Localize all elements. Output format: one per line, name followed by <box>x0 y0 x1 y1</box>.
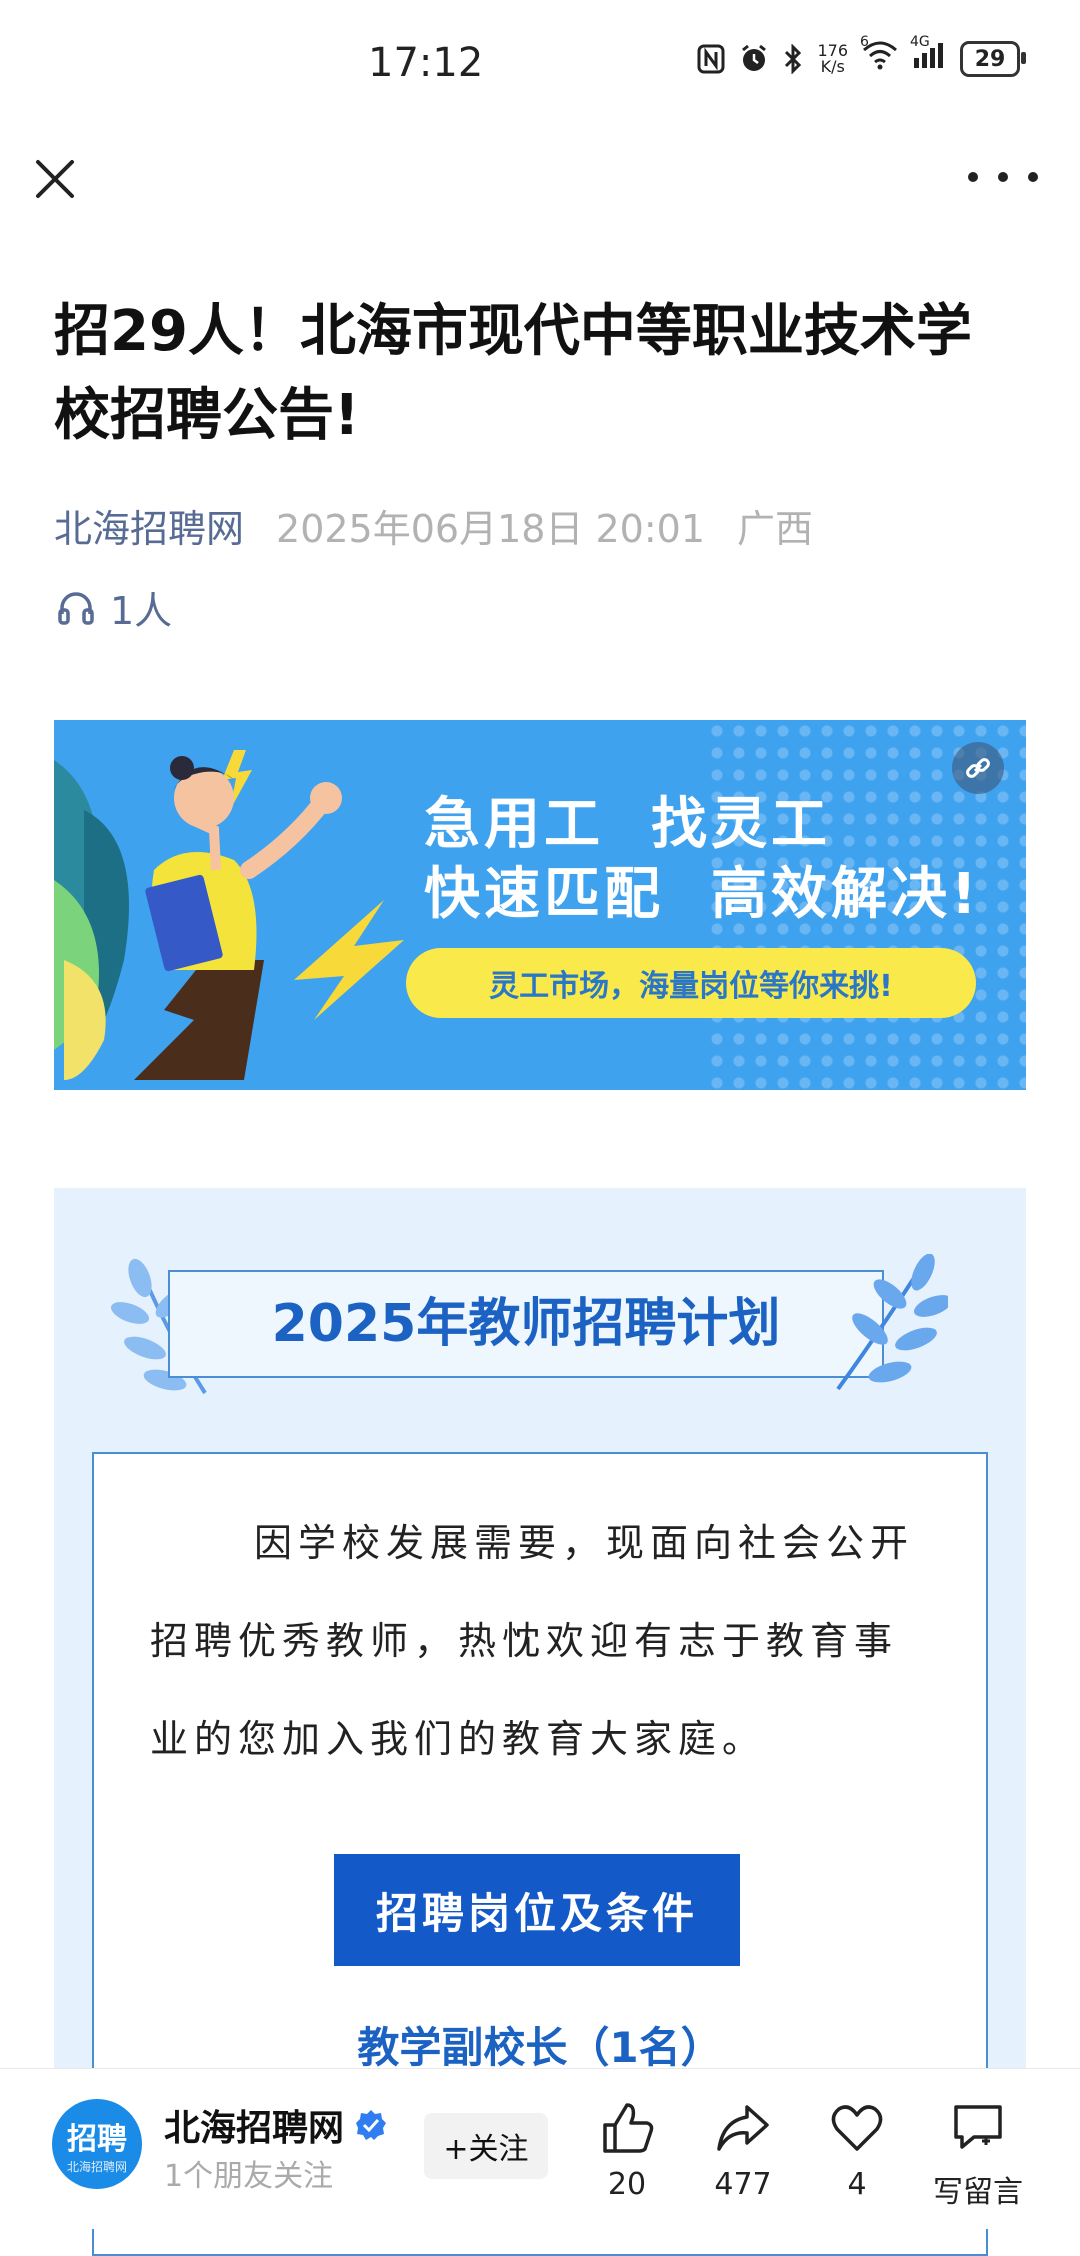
publish-datetime: 2025年06月18日 20:01 <box>276 507 706 551</box>
status-icons: 176 K/s 6 4G 29 <box>697 34 1026 78</box>
bottom-bar: 招聘 北海招聘网 北海招聘网 1个朋友关注 +关注 20 477 4 写留言 <box>0 2068 1080 2229</box>
close-button[interactable] <box>30 154 80 204</box>
network-speed: 176 K/s <box>817 43 848 75</box>
like-count: 20 <box>607 2167 647 2202</box>
position-heading: 教学副校长（1名） <box>357 2023 723 2072</box>
ad-banner[interactable]: 急用工 找灵工 快速匹配 高效解决! 灵工市场，海量岗位等你来挑! <box>54 720 1026 1090</box>
link-icon <box>966 758 990 778</box>
thumbs-up-icon <box>603 2103 654 2153</box>
banner-pill: 灵工市场，海量岗位等你来挑! <box>406 948 976 1018</box>
nfc-icon <box>697 44 725 74</box>
wifi-group: 6 <box>860 34 898 78</box>
intro-text: 因学校发展需要，现面向社会公开招聘优秀教师，热忱欢迎有志于教育事业的您加入我们的… <box>150 1521 915 1761</box>
banner-illustration <box>54 750 404 1080</box>
favorite-button[interactable]: 4 <box>802 2101 912 2202</box>
publish-location: 广西 <box>737 507 814 551</box>
followers-text: 1个朋友关注 <box>164 2159 334 2194</box>
status-time: 17:12 <box>368 40 484 86</box>
plan-title: 2025年教师招聘计划 <box>271 1294 781 1354</box>
positions-button[interactable]: 招聘岗位及条件 <box>334 1854 740 1966</box>
account-name-text: 北海招聘网 <box>164 2108 345 2149</box>
listener-count: 1人 <box>110 589 173 633</box>
account-name[interactable]: 北海招聘网 <box>164 2099 388 2151</box>
avatar-text: 招聘 <box>67 2121 127 2157</box>
article-title: 招29人！北海市现代中等职业技术学校招聘公告! <box>54 299 972 448</box>
favorite-count: 4 <box>847 2167 867 2202</box>
signal-group: 4G <box>910 34 946 78</box>
network-speed-unit: K/s <box>820 57 845 76</box>
article-meta: 北海招聘网 2025年06月18日 20:01 广西 <box>54 498 813 553</box>
banner-link-button[interactable] <box>952 742 1004 794</box>
status-bar: 17:12 176 K/s 6 4G 29 <box>0 0 1080 120</box>
top-nav <box>0 140 1080 220</box>
banner-headline-line2: 快速匹配 高效解决! <box>424 862 981 927</box>
wifi-level: 6 <box>860 34 869 50</box>
share-count: 477 <box>714 2167 772 2202</box>
close-icon <box>36 160 74 198</box>
comment-label: 写留言 <box>933 2175 1023 2210</box>
account-link[interactable]: 北海招聘网 <box>54 498 244 553</box>
battery-icon: 29 <box>960 41 1026 77</box>
verified-icon <box>356 2110 387 2140</box>
share-button[interactable]: 477 <box>688 2101 798 2202</box>
like-button[interactable]: 20 <box>572 2101 682 2202</box>
banner-headline: 急用工 找灵工 快速匹配 高效解决! <box>424 790 981 930</box>
plan-title-box: 2025年教师招聘计划 <box>168 1270 884 1378</box>
banner-headline-line1: 急用工 找灵工 <box>424 792 831 857</box>
listen-button[interactable]: 1人 <box>56 580 172 635</box>
leaf-right-icon <box>836 1254 948 1391</box>
avatar-subtext: 北海招聘网 <box>66 2159 127 2174</box>
follow-button[interactable]: +关注 <box>424 2113 548 2179</box>
more-icon-dot <box>1028 172 1038 182</box>
comment-icon <box>954 2105 1002 2149</box>
bluetooth-icon <box>785 44 802 74</box>
more-button[interactable] <box>968 152 1038 202</box>
more-icon-dot <box>998 172 1008 182</box>
headphones-icon <box>58 591 94 625</box>
heart-icon <box>831 2105 883 2151</box>
avatar[interactable]: 招聘 北海招聘网 <box>52 2099 142 2189</box>
alarm-icon <box>742 44 767 71</box>
comment-button[interactable]: 写留言 <box>918 2101 1038 2211</box>
signal-type: 4G <box>910 34 930 50</box>
share-icon <box>717 2105 769 2151</box>
more-icon-dot <box>968 172 978 182</box>
